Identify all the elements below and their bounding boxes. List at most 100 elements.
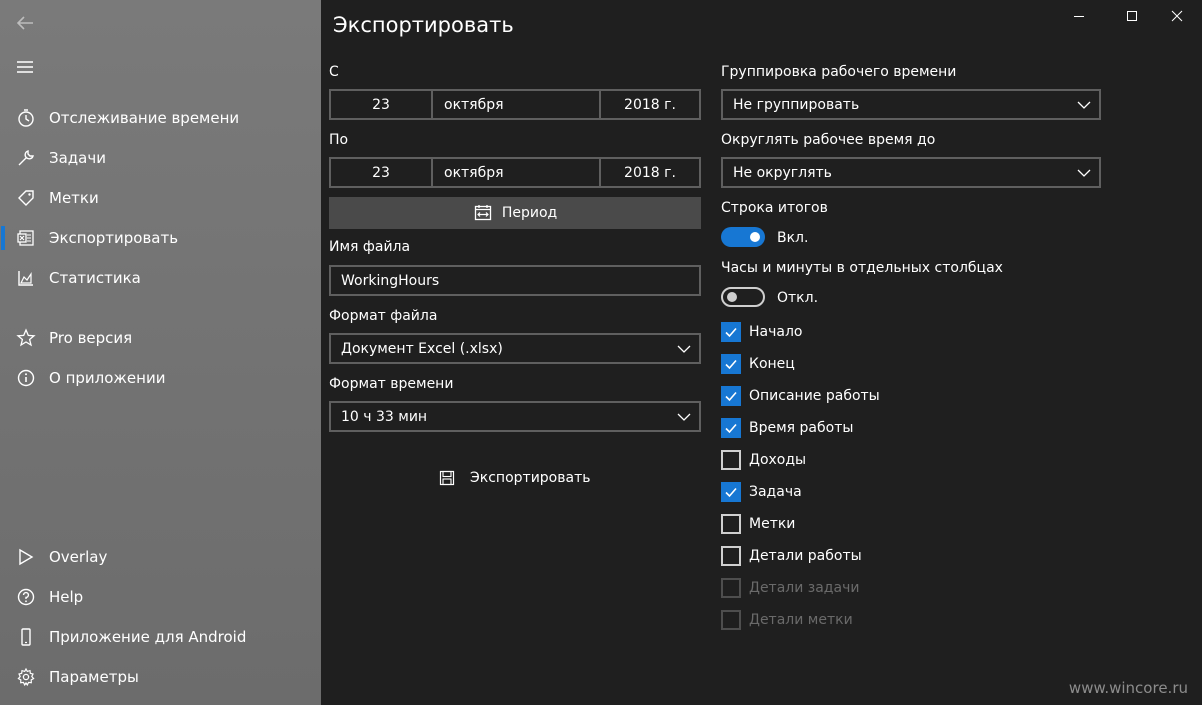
sidebar-item-label: Задачи	[49, 149, 106, 167]
file-format-value: Документ Excel (.xlsx)	[341, 341, 503, 357]
sidebar-item-label: Отслеживание времени	[49, 109, 240, 127]
checkbox-task-details: Детали задачи	[721, 577, 1021, 599]
sidebar-item-label: О приложении	[49, 369, 166, 387]
checkbox-box[interactable]	[721, 482, 741, 502]
chevron-down-icon	[1077, 101, 1091, 109]
sidebar-item-time-tracking[interactable]: Отслеживание времени	[0, 98, 321, 138]
checkbox-box	[721, 610, 741, 630]
checkbox-box[interactable]	[721, 450, 741, 470]
to-month[interactable]: октября	[431, 159, 599, 186]
to-label: По	[329, 132, 349, 148]
checkbox-label: Детали задачи	[749, 580, 860, 596]
checkbox-task[interactable]: Задача	[721, 481, 1021, 503]
stopwatch-icon	[18, 109, 34, 127]
minimize-icon[interactable]	[1069, 6, 1089, 26]
sidebar-item-label: Pro версия	[49, 329, 133, 347]
checkbox-work-time[interactable]: Время работы	[721, 417, 1021, 439]
back-arrow-icon[interactable]	[14, 12, 36, 34]
from-year[interactable]: 2018 г.	[599, 91, 699, 118]
checkmark-icon	[725, 391, 737, 402]
checkbox-tags[interactable]: Метки	[721, 513, 1021, 535]
sidebar-item-android[interactable]: Приложение для Android	[0, 617, 321, 657]
hamburger-menu-icon[interactable]	[14, 56, 36, 78]
phone-icon	[21, 628, 31, 646]
to-date-picker[interactable]: 23 октября 2018 г.	[329, 157, 701, 188]
checkbox-label: Детали работы	[749, 548, 862, 564]
checkbox-box[interactable]	[721, 546, 741, 566]
checkmark-icon	[725, 359, 737, 370]
gear-icon	[17, 667, 35, 687]
sidebar-item-label: Статистика	[49, 269, 141, 287]
checkmark-icon	[725, 327, 737, 338]
to-year[interactable]: 2018 г.	[599, 159, 699, 186]
checkbox-box[interactable]	[721, 322, 741, 342]
file-format-label: Формат файла	[329, 308, 438, 324]
sidebar-item-label: Параметры	[49, 668, 139, 686]
checkmark-icon	[725, 487, 737, 498]
checkbox-box[interactable]	[721, 418, 741, 438]
from-day[interactable]: 23	[331, 91, 431, 118]
to-day[interactable]: 23	[331, 159, 431, 186]
filename-value: WorkingHours	[341, 273, 440, 289]
checkbox-income[interactable]: Доходы	[721, 449, 1021, 471]
grouping-label: Группировка рабочего времени	[721, 64, 957, 80]
toggle-knob	[727, 292, 737, 302]
totals-toggle[interactable]	[721, 227, 765, 247]
checkbox-box[interactable]	[721, 386, 741, 406]
sidebar-item-settings[interactable]: Параметры	[0, 657, 321, 697]
totals-state: Вкл.	[777, 230, 809, 246]
checkbox-end[interactable]: Конец	[721, 353, 1021, 375]
checkbox-label: Метки	[749, 516, 796, 532]
close-icon[interactable]	[1167, 6, 1187, 26]
sidebar-item-label: Приложение для Android	[49, 628, 247, 646]
filename-input[interactable]: WorkingHours	[329, 265, 701, 296]
time-format-label: Формат времени	[329, 376, 454, 392]
filename-label: Имя файла	[329, 239, 411, 255]
rounding-label: Округлять рабочее время до	[721, 132, 936, 148]
grouping-dropdown[interactable]: Не группировать	[721, 89, 1101, 120]
sidebar-item-overlay[interactable]: Overlay	[0, 537, 321, 577]
columns-toggle[interactable]	[721, 287, 765, 307]
checkbox-box[interactable]	[721, 354, 741, 374]
excel-icon	[17, 230, 34, 246]
rounding-dropdown[interactable]: Не округлять	[721, 157, 1101, 188]
file-format-dropdown[interactable]: Документ Excel (.xlsx)	[329, 333, 701, 364]
sidebar-item-label: Экспортировать	[49, 229, 179, 247]
sidebar-item-tasks[interactable]: Задачи	[0, 138, 321, 178]
time-format-value: 10 ч 33 мин	[341, 409, 428, 425]
overlay-icon	[19, 548, 34, 566]
period-button[interactable]: Период	[329, 197, 701, 229]
chevron-down-icon	[1077, 169, 1091, 177]
checkbox-label: Время работы	[749, 420, 854, 436]
checkbox-work-description[interactable]: Описание работы	[721, 385, 1021, 407]
sidebar-item-help[interactable]: Help	[0, 577, 321, 617]
save-icon	[439, 470, 455, 486]
from-month[interactable]: октября	[431, 91, 599, 118]
checkbox-start[interactable]: Начало	[721, 321, 1021, 343]
sidebar-item-tags[interactable]: Метки	[0, 178, 321, 218]
maximize-icon[interactable]	[1122, 6, 1142, 26]
columns-label: Часы и минуты в отдельных столбцах	[721, 260, 1003, 276]
checkbox-label: Доходы	[749, 452, 807, 468]
sidebar-item-pro[interactable]: Pro версия	[0, 318, 321, 358]
checkbox-label: Детали метки	[749, 612, 853, 628]
checkbox-work-details[interactable]: Детали работы	[721, 545, 1021, 567]
export-button[interactable]: Экспортировать	[439, 466, 590, 490]
grouping-value: Не группировать	[733, 97, 860, 113]
from-label: С	[329, 64, 339, 80]
checkbox-box[interactable]	[721, 514, 741, 534]
checkmark-icon	[725, 423, 737, 434]
wrench-icon	[18, 150, 34, 166]
time-format-dropdown[interactable]: 10 ч 33 мин	[329, 401, 701, 432]
from-date-picker[interactable]: 23 октября 2018 г.	[329, 89, 701, 120]
selected-indicator	[1, 226, 5, 250]
checkbox-label: Задача	[749, 484, 802, 500]
toggle-knob	[750, 232, 760, 242]
info-icon	[17, 369, 35, 387]
sidebar-item-about[interactable]: О приложении	[0, 358, 321, 398]
chevron-down-icon	[677, 345, 691, 353]
star-icon	[16, 328, 36, 347]
sidebar-item-export[interactable]: Экспортировать	[0, 218, 321, 258]
watermark: www.wincore.ru	[1068, 679, 1188, 697]
sidebar-item-statistics[interactable]: Статистика	[0, 258, 321, 298]
